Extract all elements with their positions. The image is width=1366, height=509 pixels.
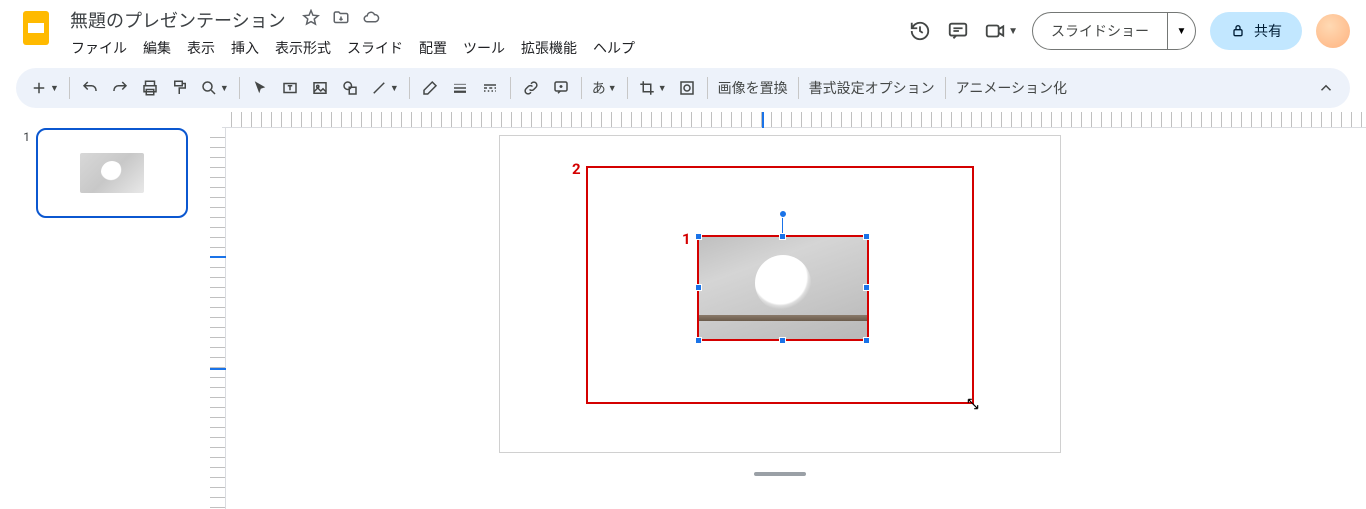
menu-tools[interactable]: ツール <box>456 34 512 62</box>
doc-title[interactable]: 無題のプレゼンテーション <box>64 5 292 35</box>
textbox-tool[interactable] <box>276 74 304 102</box>
selected-image[interactable] <box>698 236 868 340</box>
move-folder-icon[interactable] <box>332 9 350 31</box>
horizontal-ruler[interactable] <box>222 112 1366 128</box>
collapse-toolbar-button[interactable] <box>1312 74 1340 102</box>
image-tool[interactable] <box>306 74 334 102</box>
slideshow-label[interactable]: スライドショー <box>1033 13 1167 49</box>
history-icon[interactable] <box>908 19 932 43</box>
select-tool[interactable] <box>246 74 274 102</box>
comments-icon[interactable] <box>946 19 970 43</box>
slide-thumbnail-1[interactable] <box>36 128 188 218</box>
toolbar: ▼ ▼ ▼ あ▼ ▼ 画像を置換 書式設定オプション アニメーション化 <box>16 68 1350 108</box>
slide-number: 1 <box>16 128 30 144</box>
animation-button[interactable]: アニメーション化 <box>952 74 1071 102</box>
crop-button[interactable]: ▼ <box>634 74 671 102</box>
account-avatar[interactable] <box>1316 14 1350 48</box>
menu-edit[interactable]: 編集 <box>136 34 178 62</box>
page-indicator[interactable] <box>754 472 806 476</box>
zoom-button[interactable]: ▼ <box>196 74 233 102</box>
redo-button[interactable] <box>106 74 134 102</box>
slideshow-dropdown[interactable]: ▼ <box>1167 13 1195 49</box>
resize-handle-e[interactable] <box>863 284 870 291</box>
input-method-button[interactable]: あ▼ <box>588 74 621 102</box>
border-dash-button[interactable] <box>476 74 504 102</box>
cloud-status-icon[interactable] <box>362 9 380 31</box>
menu-slide[interactable]: スライド <box>340 34 410 62</box>
resize-handle-nw[interactable] <box>695 233 702 240</box>
new-slide-button[interactable]: ▼ <box>26 74 63 102</box>
thumbnail-image <box>80 153 144 193</box>
link-button[interactable] <box>517 74 545 102</box>
menu-view[interactable]: 表示 <box>180 34 222 62</box>
resize-cursor-icon <box>966 396 980 410</box>
annotation-label-2: 2 <box>572 160 581 178</box>
menu-bar: ファイル 編集 表示 挿入 表示形式 スライド 配置 ツール 拡張機能 ヘルプ <box>64 34 908 62</box>
resize-handle-w[interactable] <box>695 284 702 291</box>
share-label: 共有 <box>1254 21 1282 41</box>
slides-logo[interactable] <box>16 8 56 48</box>
share-button[interactable]: 共有 <box>1210 12 1302 50</box>
resize-handle-ne[interactable] <box>863 233 870 240</box>
menu-extensions[interactable]: 拡張機能 <box>514 34 584 62</box>
border-weight-button[interactable] <box>446 74 474 102</box>
comment-button[interactable] <box>547 74 575 102</box>
menu-insert[interactable]: 挿入 <box>224 34 266 62</box>
slide-panel: 1 <box>0 112 210 509</box>
menu-format[interactable]: 表示形式 <box>268 34 338 62</box>
format-options-button[interactable]: 書式設定オプション <box>805 74 939 102</box>
undo-button[interactable] <box>76 74 104 102</box>
shape-tool[interactable] <box>336 74 364 102</box>
print-button[interactable] <box>136 74 164 102</box>
replace-image-button[interactable]: 画像を置換 <box>714 74 792 102</box>
border-color-button[interactable] <box>416 74 444 102</box>
line-tool[interactable]: ▼ <box>366 74 403 102</box>
mask-button[interactable] <box>673 74 701 102</box>
resize-handle-s[interactable] <box>779 337 786 344</box>
annotation-label-1: 1 <box>682 230 691 248</box>
resize-handle-n[interactable] <box>779 233 786 240</box>
resize-handle-se[interactable] <box>863 337 870 344</box>
slideshow-button[interactable]: スライドショー ▼ <box>1032 12 1196 50</box>
resize-handle-sw[interactable] <box>695 337 702 344</box>
menu-arrange[interactable]: 配置 <box>412 34 454 62</box>
vertical-ruler[interactable] <box>210 128 226 509</box>
menu-help[interactable]: ヘルプ <box>586 34 642 62</box>
meet-icon[interactable]: ▼ <box>984 20 1018 42</box>
canvas-area[interactable]: 2 1 <box>210 112 1366 509</box>
star-icon[interactable] <box>302 9 320 31</box>
menu-file[interactable]: ファイル <box>64 34 134 62</box>
paint-format-button[interactable] <box>166 74 194 102</box>
rotation-handle[interactable] <box>779 210 787 218</box>
